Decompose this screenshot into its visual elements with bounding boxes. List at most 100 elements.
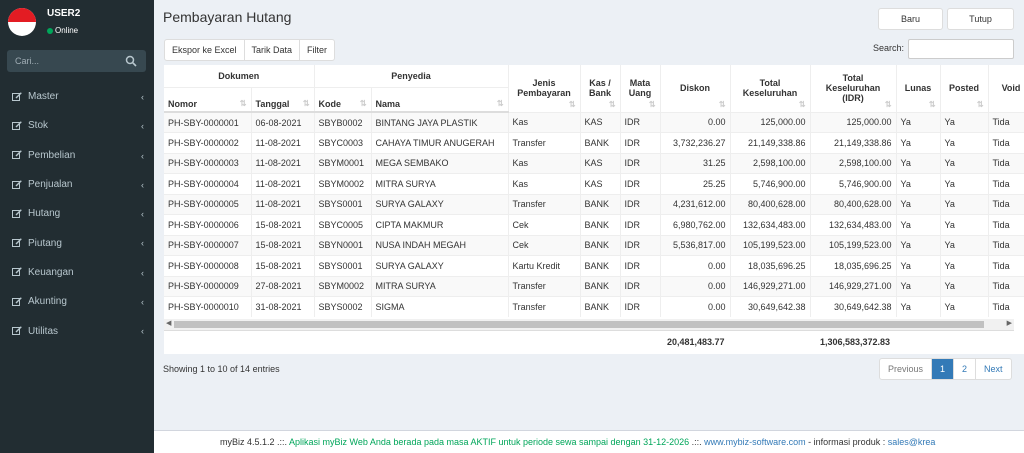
col-kode[interactable]: Kode ⇅ xyxy=(314,87,372,113)
table-row[interactable]: PH-SBY-0000003 11-08-2021 SBYM0001 MEGA SEM… xyxy=(164,152,1024,174)
table-row[interactable]: PH-SBY-0000002 11-08-2021 SBYC0003 CAHAYA T… xyxy=(164,132,1024,153)
col-total[interactable]: Total Keseluruhan ⇅ xyxy=(730,65,811,113)
table-row[interactable]: PH-SBY-0000010 31-08-2021 SBYS0002 SIGMA Tra… xyxy=(164,296,1024,317)
col-nama[interactable]: Nama ⇅ xyxy=(371,87,509,113)
sidebar-item-label: Utilitas xyxy=(28,325,59,337)
col-void-label: Void xyxy=(1001,83,1021,94)
user-status-label: Online xyxy=(55,26,79,35)
table-cell: 21,149,338.86 xyxy=(810,132,897,153)
table-cell: Kas xyxy=(508,111,581,133)
page-2-button[interactable]: 2 xyxy=(954,359,977,379)
table-cell: SBYS0001 xyxy=(314,193,372,215)
export-excel-button[interactable]: Ekspor ke Excel xyxy=(165,40,245,60)
next-button[interactable]: Next xyxy=(976,359,1011,379)
col-mata[interactable]: Mata Uang ⇅ xyxy=(620,65,661,113)
table-row[interactable]: PH-SBY-0000005 11-08-2021 SBYS0001 SURYA GA… xyxy=(164,193,1024,215)
chevron-left-icon: ‹ xyxy=(141,267,144,278)
sort-icon: ⇅ xyxy=(928,99,936,109)
chevron-left-icon: ‹ xyxy=(141,150,144,161)
col-jenis[interactable]: Jenis Pembayaran ⇅ xyxy=(508,65,581,113)
table-cell: 3,732,236.27 xyxy=(660,132,731,153)
table-cell: 146,929,271.00 xyxy=(730,275,811,297)
col-void[interactable]: Void xyxy=(988,65,1024,113)
table-cell: 25.25 xyxy=(660,173,731,194)
filter-button[interactable]: Filter xyxy=(300,40,334,60)
table-footer-totals: 20,481,483.77 1,306,583,372.83 xyxy=(164,330,1014,352)
footer-site-link[interactable]: www.mybiz-software.com xyxy=(704,437,806,447)
table-cell: Kas xyxy=(508,173,581,194)
user-panel: USER2 Online xyxy=(0,0,154,40)
horizontal-scrollbar[interactable]: ◀ ▶ xyxy=(164,319,1014,330)
table-cell: 11-08-2021 xyxy=(251,173,315,194)
table-cell: Kas xyxy=(508,152,581,174)
table-cell: Ya xyxy=(940,193,989,215)
table-cell: Tida xyxy=(988,214,1024,235)
table-cell: 15-08-2021 xyxy=(251,255,315,276)
sidebar-item-penjualan[interactable]: Penjualan ‹ xyxy=(0,170,154,199)
col-posted[interactable]: Posted ⇅ xyxy=(940,65,989,113)
table-row[interactable]: PH-SBY-0000008 15-08-2021 SBYS0001 SURYA GA… xyxy=(164,255,1024,276)
col-diskon[interactable]: Diskon ⇅ xyxy=(660,65,731,113)
scrollbar-thumb[interactable] xyxy=(174,321,984,328)
table-cell: 11-08-2021 xyxy=(251,193,315,215)
fetch-data-button[interactable]: Tarik Data xyxy=(245,40,301,60)
table-cell: SBYM0002 xyxy=(314,275,372,297)
col-totalidr[interactable]: Total Keseluruhan (IDR) ⇅ xyxy=(810,65,897,113)
col-lunas-label: Lunas xyxy=(904,83,932,94)
table-cell: PH-SBY-0000005 xyxy=(164,193,252,215)
col-nomor[interactable]: Nomor ⇅ xyxy=(164,87,252,113)
previous-button[interactable]: Previous xyxy=(880,359,933,379)
table-row[interactable]: PH-SBY-0000004 11-08-2021 SBYM0002 MITRA SU… xyxy=(164,173,1024,194)
col-kas[interactable]: Kas / Bank ⇅ xyxy=(580,65,621,113)
col-lunas[interactable]: Lunas ⇅ xyxy=(896,65,941,113)
new-button[interactable]: Baru xyxy=(878,8,943,30)
sidebar-item-stok[interactable]: Stok ‹ xyxy=(0,111,154,140)
table-cell: 30,649,642.38 xyxy=(810,296,897,317)
main-content: Pembayaran Hutang Baru Tutup Ekspor ke E… xyxy=(154,0,1024,430)
sidebar-item-hutang[interactable]: Hutang ‹ xyxy=(0,199,154,228)
sidebar-item-master[interactable]: Master ‹ xyxy=(0,82,154,111)
table-cell: Ya xyxy=(896,255,941,276)
col-nomor-label: Nomor xyxy=(168,99,197,109)
sort-icon: ⇅ xyxy=(648,99,656,109)
chevron-left-icon: ‹ xyxy=(141,326,144,337)
search-icon[interactable] xyxy=(125,55,137,67)
table-row[interactable]: PH-SBY-0000009 27-08-2021 SBYM0002 MITRA SU… xyxy=(164,275,1024,297)
col-tanggal[interactable]: Tanggal ⇅ xyxy=(251,87,315,113)
table-cell: SBYC0005 xyxy=(314,214,372,235)
table-cell: KAS xyxy=(580,152,621,174)
table-cell: SBYS0002 xyxy=(314,296,372,317)
sidebar-item-utilitas[interactable]: Utilitas ‹ xyxy=(0,316,154,345)
sort-icon: ⇅ xyxy=(884,99,892,109)
sidebar-item-piutang[interactable]: Piutang ‹ xyxy=(0,228,154,257)
sidebar-search-input[interactable] xyxy=(7,50,117,72)
table-cell: 31.25 xyxy=(660,152,731,174)
table-cell: Transfer xyxy=(508,193,581,215)
col-tanggal-label: Tanggal xyxy=(255,99,290,109)
edit-icon xyxy=(12,91,22,101)
footer-separator: .::. xyxy=(274,437,290,447)
page-1-button[interactable]: 1 xyxy=(932,359,955,379)
table-cell: 80,400,628.00 xyxy=(730,193,811,215)
table-row[interactable]: PH-SBY-0000006 15-08-2021 SBYC0005 CIPTA MA… xyxy=(164,214,1024,235)
sidebar-item-pembelian[interactable]: Pembelian ‹ xyxy=(0,141,154,170)
table-cell: 11-08-2021 xyxy=(251,132,315,153)
table-cell: Tida xyxy=(988,234,1024,256)
online-dot-icon xyxy=(47,27,53,34)
scroll-left-icon[interactable]: ◀ xyxy=(166,319,171,327)
sidebar-item-keuangan[interactable]: Keuangan ‹ xyxy=(0,258,154,287)
sidebar-item-label: Keuangan xyxy=(28,266,74,278)
table-row[interactable]: PH-SBY-0000001 06-08-2021 SBYB0002 BINTANG … xyxy=(164,111,1024,133)
table-cell: Ya xyxy=(940,296,989,317)
table-cell: Transfer xyxy=(508,132,581,153)
close-button[interactable]: Tutup xyxy=(947,8,1014,30)
table-cell: BANK xyxy=(580,214,621,235)
sidebar-item-akunting[interactable]: Akunting ‹ xyxy=(0,287,154,316)
table-cell: 4,231,612.00 xyxy=(660,193,731,215)
table-row[interactable]: PH-SBY-0000007 15-08-2021 SBYN0001 NUSA IND… xyxy=(164,234,1024,256)
scroll-right-icon[interactable]: ▶ xyxy=(1007,319,1012,327)
table-search-input[interactable] xyxy=(908,39,1014,59)
table-cell: Tida xyxy=(988,152,1024,174)
sort-icon: ⇅ xyxy=(568,99,576,109)
footer-email-link[interactable]: sales@krea xyxy=(888,437,936,447)
